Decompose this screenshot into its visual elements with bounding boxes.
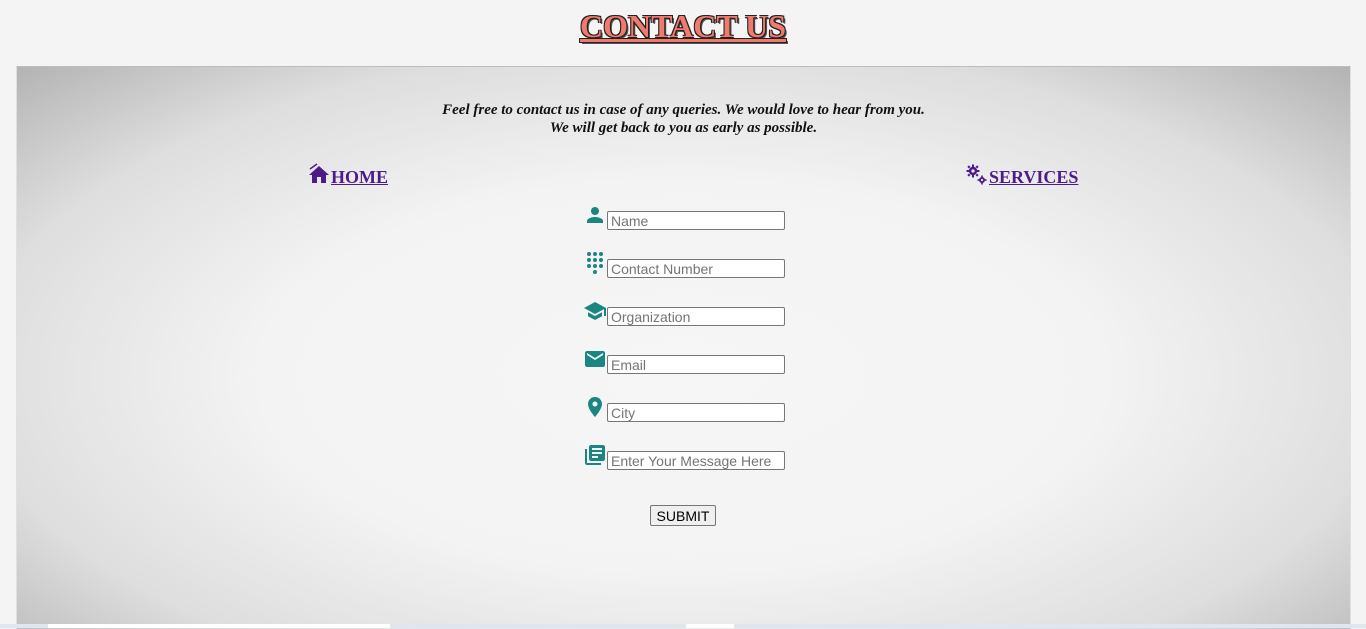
name-input[interactable] <box>607 211 785 230</box>
intro-text: Feel free to contact us in case of any q… <box>17 101 1350 137</box>
contact-number-row <box>583 251 803 279</box>
message-input[interactable] <box>607 451 785 470</box>
bottom-strip <box>0 624 1366 628</box>
city-input[interactable] <box>607 403 785 422</box>
home-icon <box>309 163 329 183</box>
email-row <box>583 347 803 375</box>
home-link[interactable]: HOME <box>307 163 388 187</box>
organization-row <box>583 299 803 327</box>
graduation-cap-icon <box>584 302 606 320</box>
city-row <box>583 395 803 423</box>
organization-input[interactable] <box>607 307 785 326</box>
location-pin-icon <box>588 397 602 417</box>
gears-icon <box>966 164 987 185</box>
services-link-label: SERVICES <box>989 167 1079 187</box>
article-icon <box>585 445 605 465</box>
services-link[interactable]: SERVICES <box>965 163 1078 187</box>
page-title: CONTACT US <box>580 8 786 44</box>
person-icon <box>587 207 603 223</box>
dialpad-icon <box>587 252 603 274</box>
contact-panel: Feel free to contact us in case of any q… <box>16 66 1351 629</box>
intro-line-2: We will get back to you as early as poss… <box>549 120 818 136</box>
message-row <box>583 443 803 471</box>
home-link-label: HOME <box>331 167 388 187</box>
envelope-icon <box>585 351 605 367</box>
contact-number-input[interactable] <box>607 259 785 278</box>
submit-button[interactable]: SUBMIT <box>650 505 716 526</box>
email-input[interactable] <box>607 355 785 374</box>
intro-line-1: Feel free to contact us in case of any q… <box>442 102 925 118</box>
name-row <box>583 203 803 231</box>
